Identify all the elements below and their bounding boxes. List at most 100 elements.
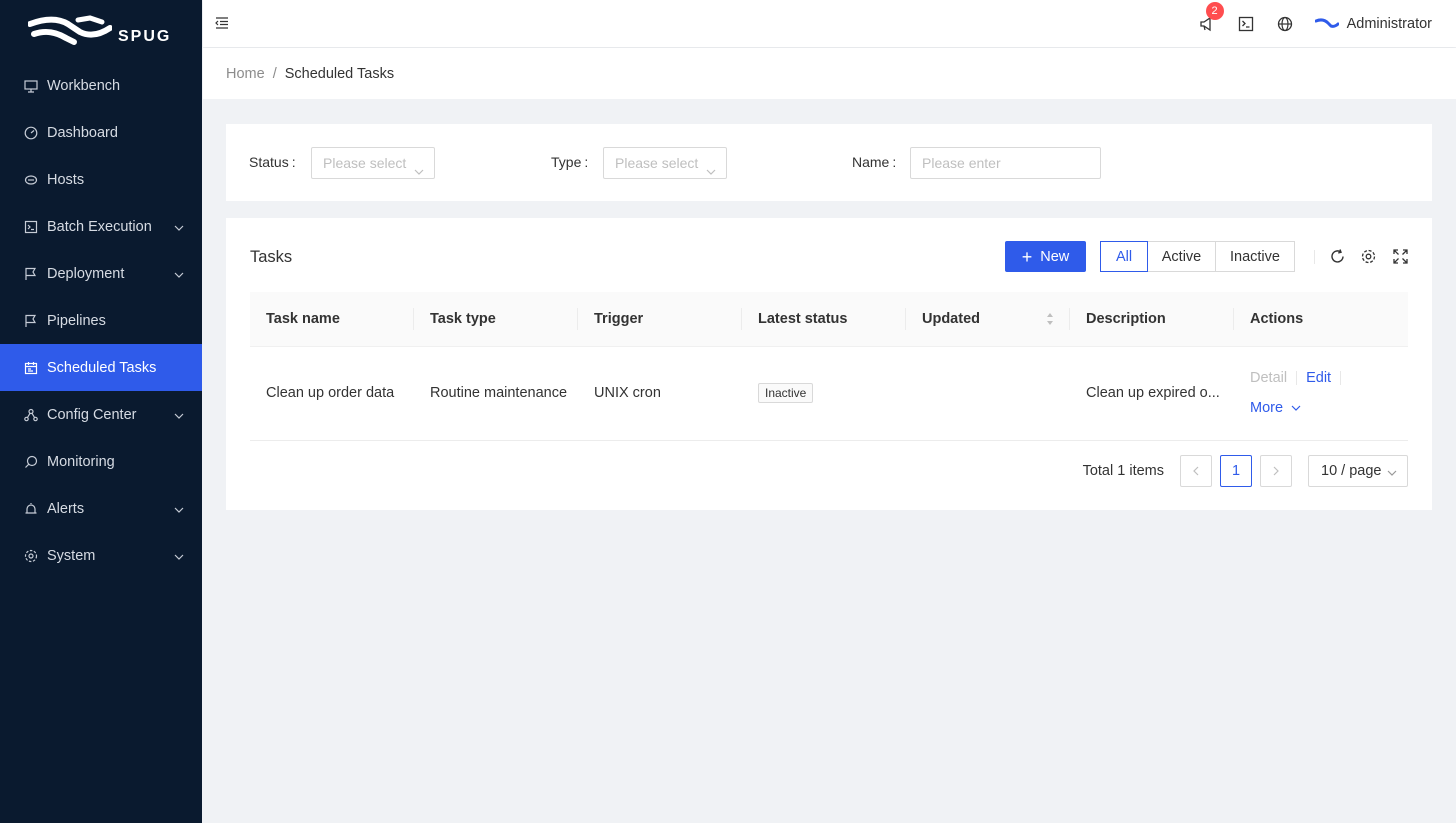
next-page-button[interactable] <box>1260 455 1292 487</box>
flag-icon <box>24 314 38 328</box>
detail-link[interactable]: Detail <box>1250 370 1287 386</box>
cell-actions: Detail Edit More <box>1234 346 1408 441</box>
globe-icon[interactable] <box>1276 15 1294 33</box>
sidebar-item-deployment[interactable]: Deployment <box>0 250 202 297</box>
type-select[interactable]: Please select <box>603 147 727 179</box>
more-dropdown[interactable]: More <box>1250 400 1408 416</box>
segment-inactive[interactable]: Inactive <box>1215 241 1295 272</box>
chevron-down-icon <box>1291 405 1301 411</box>
status-filter-label: Status: <box>249 154 296 170</box>
actions-row-primary: Detail Edit <box>1250 370 1408 386</box>
sidebar-item-pipelines[interactable]: Pipelines <box>0 297 202 344</box>
fullscreen-icon[interactable] <box>1392 248 1409 265</box>
filter-panel: Status: Please select Type: Please selec… <box>226 124 1432 201</box>
chevron-down-icon <box>174 219 184 235</box>
sidebar-item-alerts[interactable]: Alerts <box>0 485 202 532</box>
table-header-row: Task name Task type Trigger Latest statu… <box>250 292 1408 347</box>
name-label-text: Name <box>852 154 890 170</box>
terminal-icon[interactable] <box>1237 15 1255 33</box>
column-header-description: Description <box>1070 292 1234 347</box>
cell-description: Clean up expired o... <box>1070 346 1234 441</box>
status-tag: Inactive <box>758 383 814 403</box>
sort-icon[interactable] <box>1046 312 1054 326</box>
segment-active[interactable]: Active <box>1147 241 1216 272</box>
sidebar-item-label: Monitoring <box>47 453 115 470</box>
sidebar-item-batch-execution[interactable]: Batch Execution <box>0 203 202 250</box>
edit-link[interactable]: Edit <box>1306 370 1331 386</box>
label-colon: : <box>584 154 589 170</box>
page-size-value: 10 / page <box>1321 463 1382 479</box>
setting-icon <box>24 549 38 563</box>
cell-trigger: UNIX cron <box>578 346 742 441</box>
sidebar-item-label: Batch Execution <box>47 218 152 235</box>
page-button-1[interactable]: 1 <box>1220 455 1252 487</box>
avatar <box>1314 17 1339 28</box>
sidebar-item-label: Deployment <box>47 265 125 282</box>
desktop-icon <box>24 79 38 93</box>
column-header-task-name: Task name <box>250 292 414 347</box>
type-filter-label: Type: <box>551 154 588 170</box>
cell-latest-status: Inactive <box>742 346 906 441</box>
type-label-text: Type <box>551 154 582 170</box>
sidebar-item-config-center[interactable]: Config Center <box>0 391 202 438</box>
column-label: Description <box>1086 310 1166 327</box>
column-label: Task type <box>430 310 496 327</box>
sidebar-item-monitoring[interactable]: Monitoring <box>0 438 202 485</box>
column-header-latest-status: Latest status <box>742 292 906 347</box>
status-segmented-control: All Active Inactive <box>1100 241 1295 272</box>
new-task-button[interactable]: + New <box>1005 241 1086 272</box>
sidebar-item-label: Pipelines <box>47 312 106 329</box>
chevron-down-icon <box>174 501 184 517</box>
pagination: Total 1 items 1 10 / page <box>1083 455 1408 487</box>
sidebar: SPUG Workbench Dashboard Hosts Batch Exe… <box>0 0 202 823</box>
sidebar-item-hosts[interactable]: Hosts <box>0 156 202 203</box>
chevron-left-icon <box>1193 466 1199 476</box>
notification-icon[interactable]: 2 <box>1198 1 1224 33</box>
chevron-down-icon <box>174 266 184 282</box>
settings-icon[interactable] <box>1360 248 1377 265</box>
breadcrumb-current: Scheduled Tasks <box>284 65 395 82</box>
status-select-placeholder: Please select <box>323 155 407 171</box>
reload-icon[interactable] <box>1329 248 1346 265</box>
table-row: Clean up order data Routine maintenance … <box>250 346 1408 441</box>
column-label: Trigger <box>594 310 644 327</box>
header-actions: 2 Administrator <box>1177 0 1432 47</box>
status-label-text: Status <box>249 154 289 170</box>
status-select[interactable]: Please select <box>311 147 435 179</box>
sidebar-item-system[interactable]: System <box>0 532 202 579</box>
name-search-input[interactable] <box>910 147 1101 179</box>
flag-icon <box>24 267 38 281</box>
sidebar-item-label: Config Center <box>47 406 137 423</box>
alert-icon <box>24 502 38 516</box>
breadcrumb-home[interactable]: Home <box>226 66 265 82</box>
spug-logo-icon <box>28 15 112 45</box>
segment-all[interactable]: All <box>1100 241 1148 272</box>
prev-page-button[interactable] <box>1180 455 1212 487</box>
cell-task-type: Routine maintenance <box>414 346 578 441</box>
sidebar-item-label: System <box>47 547 96 564</box>
cell-task-name: Clean up order data <box>250 346 414 441</box>
column-label: Updated <box>922 310 980 327</box>
sidebar-item-dashboard[interactable]: Dashboard <box>0 109 202 156</box>
user-menu[interactable]: Administrator <box>1314 15 1432 32</box>
column-header-actions: Actions <box>1234 292 1408 347</box>
column-header-task-type: Task type <box>414 292 578 347</box>
brand-name: SPUG <box>118 28 172 45</box>
page-size-select[interactable]: 10 / page <box>1308 455 1408 487</box>
menu-fold-icon[interactable] <box>214 15 230 31</box>
column-header-updated[interactable]: Updated <box>906 292 1070 347</box>
new-button-label: New <box>1040 248 1070 265</box>
column-label: Task name <box>266 310 340 327</box>
sidebar-item-label: Workbench <box>47 77 121 94</box>
column-label: Latest status <box>758 310 848 327</box>
sidebar-item-workbench[interactable]: Workbench <box>0 62 202 109</box>
more-link[interactable]: More <box>1250 400 1283 416</box>
action-divider <box>1296 371 1298 385</box>
cloud-server-icon <box>24 173 38 187</box>
label-colon: : <box>291 154 296 170</box>
sidebar-item-scheduled-tasks[interactable]: Scheduled Tasks <box>0 344 202 391</box>
deployment-unit-icon <box>24 408 38 422</box>
chevron-down-icon <box>174 548 184 564</box>
code-icon <box>24 220 38 234</box>
user-name: Administrator <box>1346 15 1432 32</box>
